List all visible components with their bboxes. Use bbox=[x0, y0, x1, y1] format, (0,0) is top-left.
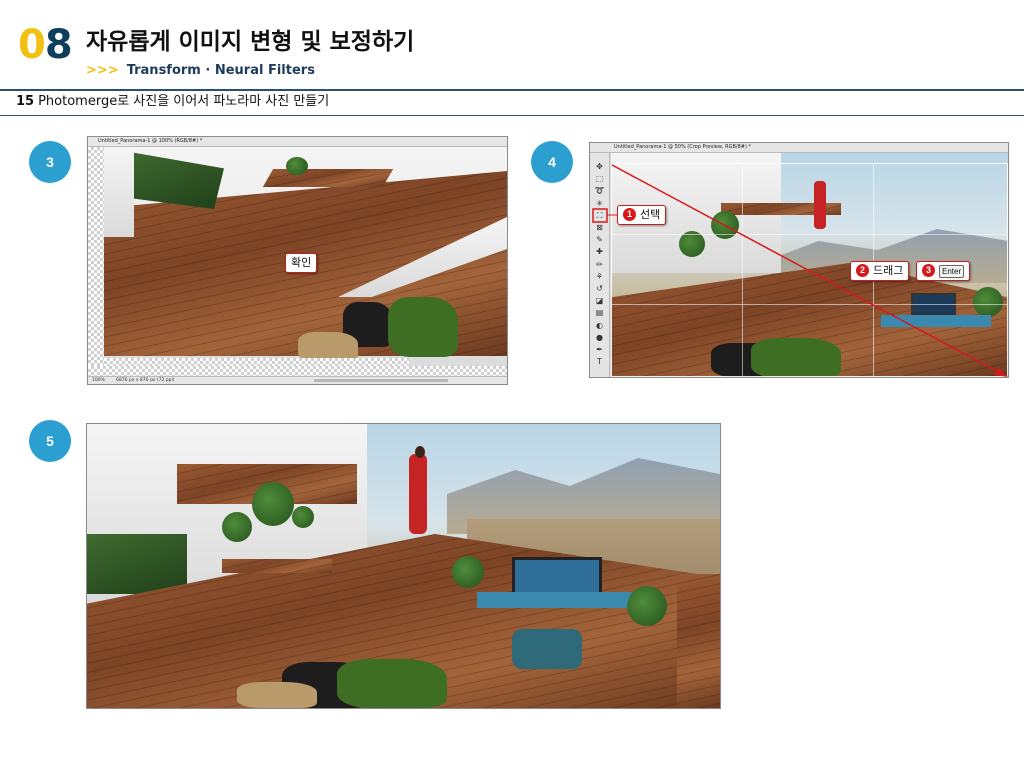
step-badge-4: 4 bbox=[531, 141, 573, 183]
section-title: Photomerge로 사진을 이어서 파노라마 사진 만들기 bbox=[38, 94, 330, 109]
chapter-number: 08 bbox=[18, 22, 73, 68]
horizontal-scrollbar[interactable] bbox=[314, 379, 448, 382]
confirm-callout[interactable]: 확인 bbox=[285, 253, 318, 273]
drag-label: 드래그 bbox=[873, 264, 904, 277]
zoom-level[interactable]: 100% bbox=[92, 377, 116, 384]
screenshot-step-4: Untitled_Panorama-1 @ 50% (Crop Preview,… bbox=[589, 142, 1009, 378]
screenshot-step-5 bbox=[86, 423, 721, 709]
header-rule-bottom bbox=[0, 115, 1024, 116]
enter-callout: 3 Enter bbox=[916, 261, 971, 281]
document-info: 6876 px x 876 px (72 ppi) bbox=[116, 378, 175, 383]
status-bar: 100% 6876 px x 876 px (72 ppi) bbox=[88, 376, 507, 384]
drag-callout: 2 드래그 bbox=[850, 261, 910, 281]
select-label: 선택 bbox=[640, 208, 661, 221]
step-badge-3: 3 bbox=[29, 141, 71, 183]
section-number: 15 bbox=[16, 94, 35, 109]
subtitle-arrows: >>> bbox=[86, 63, 119, 78]
chapter-subtitle: >>> Transform · Neural Filters bbox=[86, 63, 315, 79]
screenshot-step-3: Untitled_Panorama-1 @ 100% (RGB/8#) * 확인… bbox=[87, 136, 508, 385]
header-rule-top bbox=[0, 89, 1024, 91]
step-badge-5: 5 bbox=[29, 420, 71, 462]
callout-number-1: 1 bbox=[623, 208, 636, 221]
callout-number-2: 2 bbox=[856, 264, 869, 277]
callout-number-3: 3 bbox=[922, 264, 935, 277]
chapter-digit-zero: 0 bbox=[18, 22, 46, 68]
chapter-title: 자유롭게 이미지 변형 및 보정하기 bbox=[86, 29, 415, 55]
chapter-digit-eight: 8 bbox=[44, 22, 73, 68]
final-panorama-image bbox=[87, 424, 720, 708]
select-callout: 1 선택 bbox=[617, 205, 667, 225]
subtitle-text: Transform · Neural Filters bbox=[126, 63, 315, 78]
enter-key: Enter bbox=[939, 265, 965, 278]
section-heading: 15 Photomerge로 사진을 이어서 파노라마 사진 만들기 bbox=[16, 94, 329, 110]
document-tab[interactable]: Untitled_Panorama-1 @ 100% (RGB/8#) * bbox=[88, 137, 507, 147]
